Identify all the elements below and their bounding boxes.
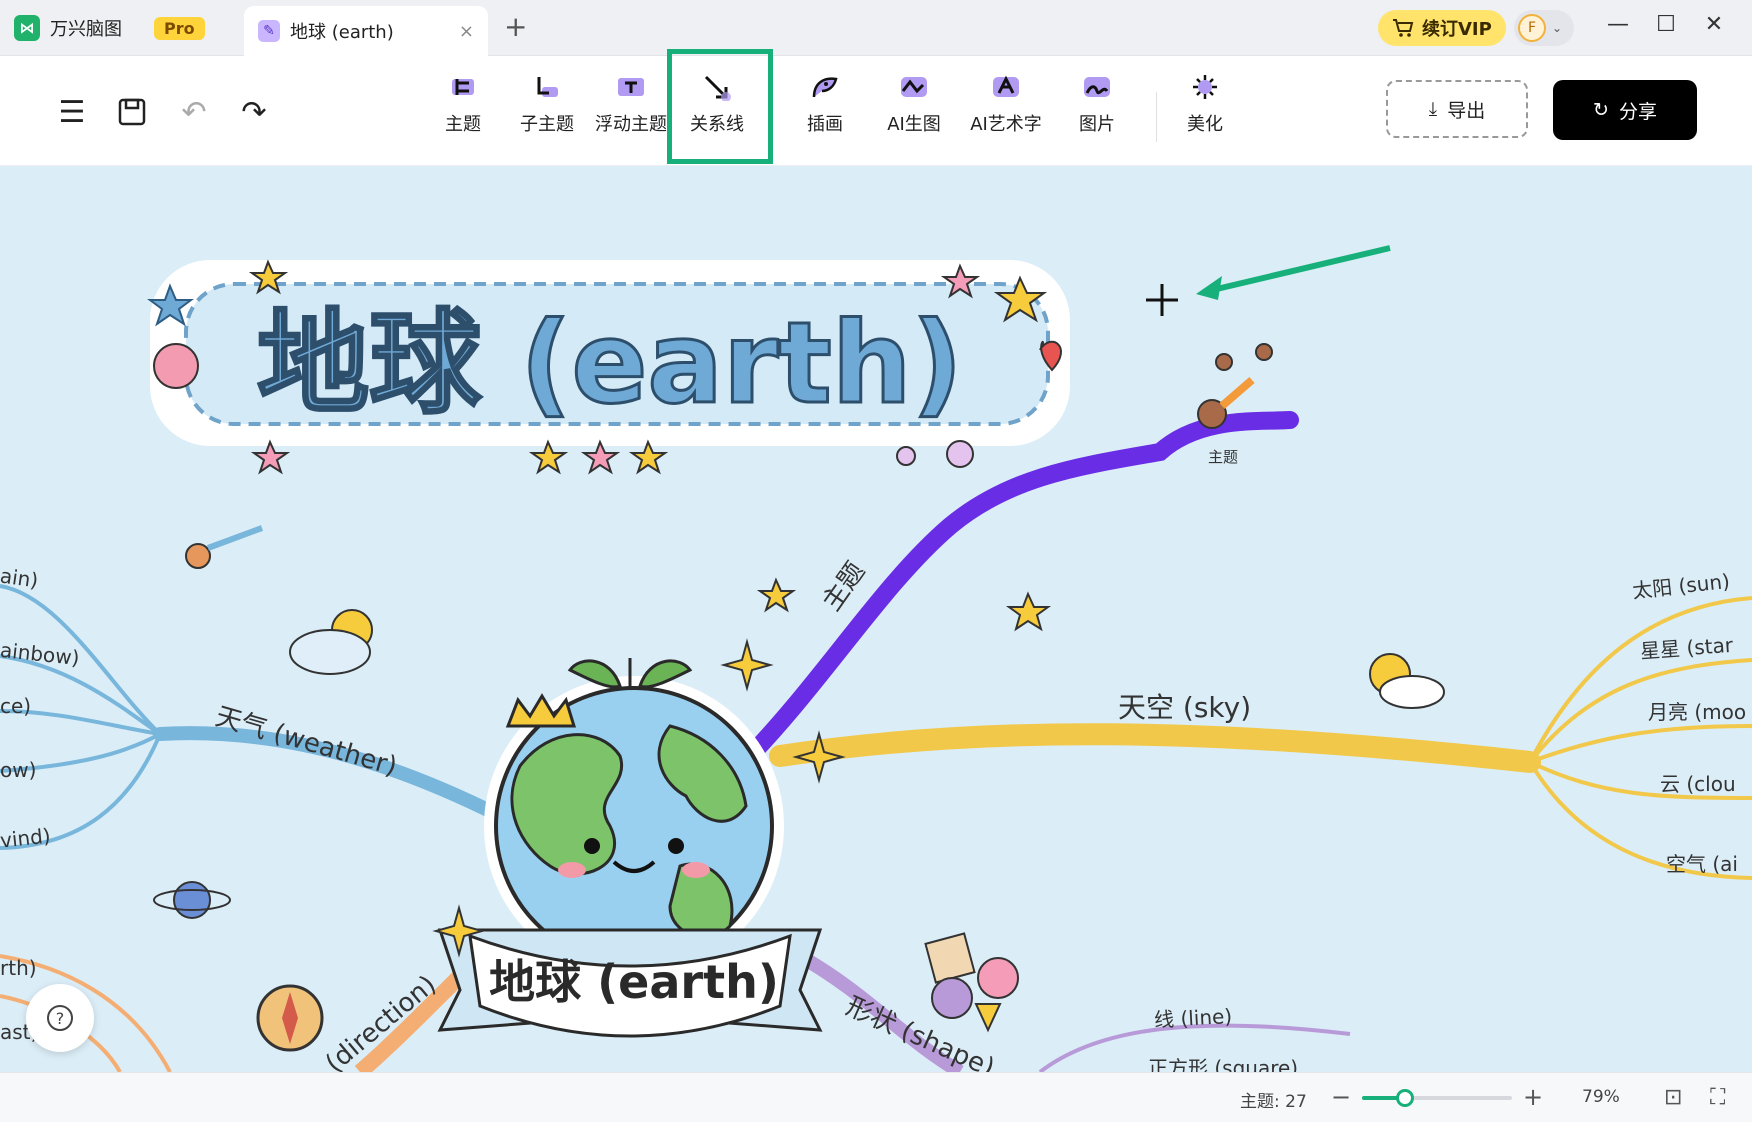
sky-child-topic[interactable]: 云 (clou — [1660, 768, 1736, 797]
star-icon — [756, 577, 797, 613]
tool-label: AI生图 — [887, 114, 941, 135]
tool-label: 图片 — [1079, 114, 1115, 135]
tool-topic[interactable]: 主题 — [420, 70, 506, 136]
beautify-icon — [1188, 70, 1222, 104]
export-label: 导出 — [1447, 99, 1486, 122]
comet-sticker — [185, 525, 264, 569]
title-bar: ⋈ 万兴脑图 Pro ✎ 地球 (earth) × + 续订VIP F ⌄ — … — [0, 0, 1752, 56]
topic-icon — [446, 70, 480, 104]
mindmap-file-icon: ✎ — [258, 20, 280, 42]
document-tab[interactable]: ✎ 地球 (earth) × — [244, 6, 488, 56]
account-menu[interactable]: F ⌄ — [1514, 10, 1574, 46]
fullscreen-icon[interactable]: ⛶ — [1710, 1085, 1725, 1110]
shape-child-topic[interactable]: 正方形 (square) — [1148, 1052, 1298, 1072]
central-topic-text: 地球 (earth) — [489, 955, 779, 1009]
floating-topic-icon — [614, 70, 648, 104]
zoom-slider[interactable] — [1362, 1089, 1512, 1107]
document-tab-title: 地球 (earth) — [290, 22, 394, 43]
weather-child-topic[interactable]: ce) — [0, 694, 31, 718]
title-banner[interactable]: 地球 (earth) — [147, 259, 1070, 475]
app-logo-icon: ⋈ — [14, 15, 40, 41]
redo-icon[interactable]: ↷ — [234, 92, 274, 132]
tool-illustration[interactable]: 插画 — [782, 70, 868, 136]
banner-title-text: 地球 (earth) — [257, 299, 962, 429]
ai-art-text-icon — [989, 70, 1023, 104]
weather-child-topic[interactable]: ow) — [0, 758, 36, 782]
tool-subtopic[interactable]: 子主题 — [504, 70, 590, 136]
tool-label: 插画 — [807, 114, 843, 135]
zoom-out-button[interactable]: − — [1328, 1083, 1354, 1111]
sparkle-icon — [720, 638, 774, 692]
undo-icon[interactable]: ↶ — [174, 92, 214, 132]
relationship-tool-highlight — [667, 49, 773, 164]
zoom-in-button[interactable]: + — [1520, 1083, 1546, 1111]
tool-ai-image[interactable]: AI生图 — [871, 70, 957, 136]
maximize-button[interactable]: ☐ — [1646, 12, 1686, 37]
fit-to-screen-icon[interactable]: ⊡ — [1664, 1085, 1682, 1110]
sky-child-topic[interactable]: 空气 (ai — [1666, 848, 1738, 877]
share-button[interactable]: ↻ 分享 — [1553, 80, 1697, 140]
toolbar: ☰ ↶ ↷ 主题 子主题 浮动主题 关系线 插画 AI生图 AI艺术字 图片 美… — [0, 56, 1752, 166]
share-icon: ↻ — [1593, 99, 1609, 121]
ai-image-icon — [897, 70, 931, 104]
renew-vip-label: 续订VIP — [1422, 19, 1492, 40]
crosshair-cursor-icon — [1146, 284, 1178, 316]
tool-label: 美化 — [1187, 114, 1223, 135]
new-tab-button[interactable]: + — [504, 12, 527, 42]
chevron-down-icon: ⌄ — [1552, 21, 1563, 35]
zoom-level: 79% — [1582, 1087, 1620, 1107]
sky-branch[interactable] — [769, 723, 1541, 773]
export-button[interactable]: ⤓ 导出 — [1386, 80, 1528, 138]
pro-badge: Pro — [154, 16, 205, 40]
cart-icon — [1393, 19, 1414, 37]
star-icon — [1005, 591, 1052, 632]
zoom-slider-handle[interactable] — [1396, 1089, 1415, 1107]
close-tab-icon[interactable]: × — [459, 21, 474, 42]
tool-label: 子主题 — [520, 114, 574, 135]
shapes-sticker — [924, 932, 1019, 1033]
mindmap-drawing: 地球 (earth) 地球 (earth) — [0, 245, 1752, 1072]
sun-cloud-sticker — [1369, 653, 1445, 709]
toolbar-divider — [1156, 92, 1157, 142]
tool-label: 浮动主题 — [595, 114, 667, 135]
download-icon: ⤓ — [1428, 98, 1438, 120]
app-name: 万兴脑图 — [50, 19, 122, 40]
avatar: F — [1518, 14, 1546, 42]
compass-sticker — [256, 984, 324, 1052]
app-home-tab[interactable]: ⋈ 万兴脑图 Pro — [14, 10, 205, 46]
help-icon: ? — [47, 1005, 73, 1031]
subtopic-icon — [530, 70, 564, 104]
weather-cloud-sticker — [289, 609, 373, 675]
sky-child-topic[interactable]: 月亮 (moo — [1648, 696, 1746, 725]
mindmap-canvas[interactable]: 地球 (earth) 地球 (earth) 主题 主题 天气 (weather)… — [0, 166, 1752, 1072]
floating-topic[interactable]: 主题 — [1208, 446, 1238, 467]
renew-vip-button[interactable]: 续订VIP — [1378, 10, 1506, 46]
direction-child-topic[interactable]: rth) — [0, 956, 37, 980]
annotation-arrow — [1196, 245, 1391, 300]
tool-image[interactable]: 图片 — [1054, 70, 1140, 136]
tool-floating-topic[interactable]: 浮动主题 — [588, 70, 674, 136]
illustration-icon — [808, 70, 842, 104]
menu-icon[interactable]: ☰ — [52, 92, 92, 132]
share-label: 分享 — [1618, 100, 1657, 123]
minimize-button[interactable]: — — [1598, 12, 1638, 37]
help-button[interactable]: ? — [26, 984, 94, 1052]
topic-count: 主题: 27 — [1240, 1092, 1307, 1112]
tool-ai-art-text[interactable]: AI艺术字 — [963, 70, 1049, 136]
shape-child-topic[interactable]: 线 (line) — [1153, 1000, 1233, 1033]
central-topic-earth[interactable]: 地球 (earth) — [437, 658, 823, 1038]
status-bar: 主题: 27 − + 79% ⊡ ⛶ — [0, 1072, 1752, 1122]
tool-beautify[interactable]: 美化 — [1162, 70, 1248, 136]
planet-sticker — [153, 881, 231, 919]
tool-label: AI艺术字 — [970, 114, 1042, 135]
weather-child-topic[interactable]: ain) — [0, 563, 40, 592]
sky-branch-label[interactable]: 天空 (sky) — [1118, 686, 1251, 726]
tool-label: 主题 — [445, 114, 481, 135]
close-window-button[interactable]: ✕ — [1694, 12, 1734, 37]
save-icon[interactable] — [112, 92, 152, 132]
image-icon — [1080, 70, 1114, 104]
